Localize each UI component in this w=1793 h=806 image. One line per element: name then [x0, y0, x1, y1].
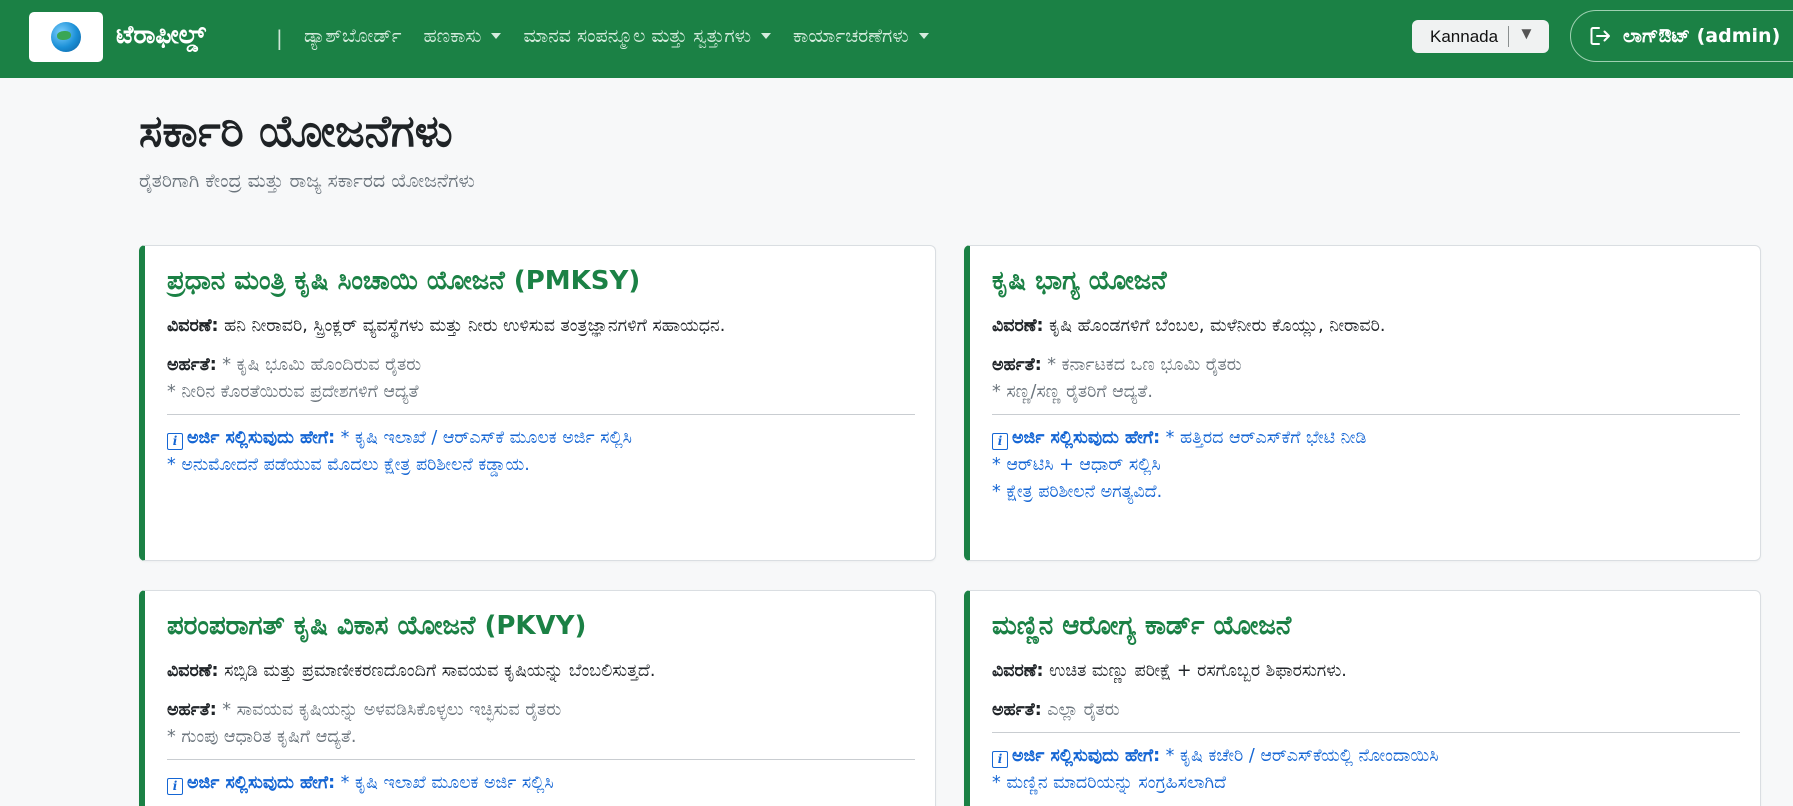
- apply-step: * ಕೃಷಿ ಕಚೇರಿ / ಆರ್‌ಎಸ್‌ಕೆಯಲ್ಲಿ ನೋಂದಾಯಿಸಿ: [1165, 746, 1439, 766]
- scheme-eligibility: ಅರ್ಹತೆ: * ಕರ್ನಾಟಕದ ಒಣ ಭೂಮಿ ರೈತರು * ಸಣ್ಣ/…: [992, 352, 1740, 406]
- description-text: ಹನಿ ನೀರಾವರಿ, ಸ್ಪ್ರಿಂಕ್ಲರ್ ವ್ಯವಸ್ಥೆಗಳು ಮತ…: [224, 316, 726, 336]
- eligibility-label: ಅರ್ಹತೆ:: [992, 355, 1042, 375]
- nav-item-dashboard[interactable]: ಡ್ಯಾಶ್‌ಬೋರ್ಡ್: [304, 25, 401, 47]
- description-text: ಉಚಿತ ಮಣ್ಣು ಪರೀಕ್ಷೆ + ರಸಗೊಬ್ಬರ ಶಿಫಾರಸುಗಳು…: [1049, 661, 1347, 681]
- eligibility-line: * ಸಾವಯವ ಕೃಷಿಯನ್ನು ಅಳವಡಿಸಿಕೊಳ್ಳಲು ಇಚ್ಛಿಸು…: [222, 700, 562, 720]
- divider: [167, 414, 915, 415]
- how-to-apply-label: ಅರ್ಜಿ ಸಲ್ಲಿಸುವುದು ಹೇಗೆ:: [187, 773, 336, 793]
- apply-step: * ಮಣ್ಣಿನ ಮಾದರಿಯನ್ನು ಸಂಗ್ರಹಿಸಲಾಗಿದೆ: [992, 773, 1227, 793]
- caret-down-icon: [918, 33, 929, 39]
- eligibility-line: * ಗುಂಪು ಆಧಾರಿತ ಕೃಷಿಗೆ ಆದ್ಯತೆ.: [167, 727, 357, 747]
- language-selected: Kannada: [1430, 26, 1499, 46]
- scheme-card: ಮಣ್ಣಿನ ಆರೋಗ್ಯ ಕಾರ್ಡ್ ಯೋಜನೆ ವಿವರಣೆ: ಉಚಿತ …: [964, 590, 1761, 806]
- description-text: ಕೃಷಿ ಹೊಂಡಗಳಿಗೆ ಬೆಂಬಲ, ಮಳೆನೀರು ಕೊಯ್ಲು, ನೀ…: [1049, 316, 1386, 336]
- caret-down-icon: [491, 33, 502, 39]
- scheme-description: ವಿವರಣೆ: ಕೃಷಿ ಹೊಂಡಗಳಿಗೆ ಬೆಂಬಲ, ಮಳೆನೀರು ಕೊ…: [992, 313, 1740, 340]
- eligibility-line: * ಸಣ್ಣ/ಸಣ್ಣ ರೈತರಿಗೆ ಆದ್ಯತೆ.: [992, 382, 1153, 402]
- scheme-card: ಪರಂಪರಾಗತ್ ಕೃಷಿ ವಿಕಾಸ ಯೋಜನೆ (PKVY) ವಿವರಣೆ…: [139, 590, 936, 806]
- scheme-how-to-apply: i ಅರ್ಜಿ ಸಲ್ಲಿಸುವುದು ಹೇಗೆ: * ಕೃಷಿ ಇಲಾಖೆ ಮೂ…: [167, 770, 915, 797]
- how-to-apply-label: ಅರ್ಜಿ ಸಲ್ಲಿಸುವುದು ಹೇಗೆ:: [1012, 428, 1161, 448]
- info-icon: i: [167, 433, 183, 450]
- description-label: ವಿವರಣೆ:: [992, 316, 1044, 336]
- description-label: ವಿವರಣೆ:: [992, 661, 1044, 681]
- scheme-title: ಕೃಷಿ ಭಾಗ್ಯ ಯೋಜನೆ: [992, 266, 1167, 296]
- scheme-how-to-apply: i ಅರ್ಜಿ ಸಲ್ಲಿಸುವುದು ಹೇಗೆ: * ಕೃಷಿ ಇಲಾಖೆ / …: [167, 425, 915, 479]
- scheme-description: ವಿವರಣೆ: ಹನಿ ನೀರಾವರಿ, ಸ್ಪ್ರಿಂಕ್ಲರ್ ವ್ಯವಸ್…: [167, 313, 915, 340]
- caret-down-icon: [761, 33, 772, 39]
- nav-item-label: ಹಣಕಾಸು: [423, 25, 482, 47]
- scheme-description: ವಿವರಣೆ: ಉಚಿತ ಮಣ್ಣು ಪರೀಕ್ಷೆ + ರಸಗೊಬ್ಬರ ಶಿ…: [992, 658, 1740, 685]
- nav-item-finance[interactable]: ಹಣಕಾಸು: [423, 25, 502, 47]
- description-text: ಸಬ್ಸಿಡಿ ಮತ್ತು ಪ್ರಮಾಣೀಕರಣದೊಂದಿಗೆ ಸಾವಯವ ಕೃ…: [224, 661, 656, 681]
- apply-step: * ಕೃಷಿ ಇಲಾಖೆ / ಆರ್‌ಎಸ್‌ಕೆ ಮೂಲಕ ಅರ್ಜಿ ಸಲ್…: [340, 428, 632, 448]
- scheme-eligibility: ಅರ್ಹತೆ: ಎಲ್ಲಾ ರೈತರು: [992, 697, 1740, 724]
- eligibility-line: ಎಲ್ಲಾ ರೈತರು: [1047, 700, 1120, 720]
- eligibility-line: * ಕರ್ನಾಟಕದ ಒಣ ಭೂಮಿ ರೈತರು: [1047, 355, 1242, 375]
- page-title: ಸರ್ಕಾರಿ ಯೋಜನೆಗಳು: [139, 106, 453, 157]
- apply-step: * ಕೃಷಿ ಇಲಾಖೆ ಮೂಲಕ ಅರ್ಜಿ ಸಲ್ಲಿಸಿ: [340, 773, 554, 793]
- eligibility-label: ಅರ್ಹತೆ:: [992, 700, 1042, 720]
- scheme-eligibility: ಅರ್ಹತೆ: * ಕೃಷಿ ಭೂಮಿ ಹೊಂದಿರುವ ರೈತರು * ನೀರ…: [167, 352, 915, 406]
- eligibility-line: * ಕೃಷಿ ಭೂಮಿ ಹೊಂದಿರುವ ರೈತರು: [222, 355, 422, 375]
- how-to-apply-label: ಅರ್ಜಿ ಸಲ್ಲಿಸುವುದು ಹೇಗೆ:: [1012, 746, 1161, 766]
- scheme-title: ಪ್ರಧಾನ ಮಂತ್ರಿ ಕೃಷಿ ಸಿಂಚಾಯಿ ಯೋಜನೆ (PMKSY): [167, 266, 641, 296]
- eligibility-label: ಅರ್ಹತೆ:: [167, 355, 217, 375]
- scheme-card: ಪ್ರಧಾನ ಮಂತ್ರಿ ಕೃಷಿ ಸಿಂಚಾಯಿ ಯೋಜನೆ (PMKSY)…: [139, 245, 936, 561]
- logout-button[interactable]: ಲಾಗ್‌ಔಟ್ (admin): [1570, 10, 1793, 62]
- page-subtitle: ರೈತರಿಗಾಗಿ ಕೇಂದ್ರ ಮತ್ತು ರಾಜ್ಯ ಸರ್ಕಾರದ ಯೋಜ…: [139, 170, 475, 192]
- divider: [167, 759, 915, 760]
- logo[interactable]: [29, 12, 103, 62]
- apply-step: * ಕ್ಷೇತ್ರ ಪರಿಶೀಲನೆ ಅಗತ್ಯವಿದೆ.: [992, 482, 1163, 502]
- divider: [992, 732, 1740, 733]
- info-icon: i: [167, 778, 183, 795]
- scheme-card: ಕೃಷಿ ಭಾಗ್ಯ ಯೋಜನೆ ವಿವರಣೆ: ಕೃಷಿ ಹೊಂಡಗಳಿಗೆ …: [964, 245, 1761, 561]
- language-select[interactable]: Kannada ▼: [1412, 20, 1549, 53]
- nav-item-label: ಕಾರ್ಯಾಚರಣೆಗಳು: [793, 25, 909, 47]
- nav-links: ಡ್ಯಾಶ್‌ಬೋರ್ಡ್ ಹಣಕಾಸು ಮಾನವ ಸಂಪನ್ಮೂಲ ಮತ್ತು…: [304, 25, 951, 47]
- dropdown-arrow-icon: ▼: [1518, 24, 1535, 43]
- nav-separator: |: [276, 26, 283, 50]
- brand-name[interactable]: ಟೆರಾಫೀಲ್ಡ್: [116, 20, 206, 50]
- nav-item-label: ಮಾನವ ಸಂಪನ್ಮೂಲ ಮತ್ತು ಸ್ವತ್ತುಗಳು: [523, 25, 752, 47]
- scheme-eligibility: ಅರ್ಹತೆ: * ಸಾವಯವ ಕೃಷಿಯನ್ನು ಅಳವಡಿಸಿಕೊಳ್ಳಲು…: [167, 697, 915, 751]
- logout-label: ಲಾಗ್‌ಔಟ್ (admin): [1623, 25, 1781, 47]
- scheme-title: ಪರಂಪರಾಗತ್ ಕೃಷಿ ವಿಕಾಸ ಯೋಜನೆ (PKVY): [167, 611, 587, 641]
- nav-item-operations[interactable]: ಕಾರ್ಯಾಚರಣೆಗಳು: [793, 25, 929, 47]
- top-navbar: ಟೆರಾಫೀಲ್ಡ್ | ಡ್ಯಾಶ್‌ಬೋರ್ಡ್ ಹಣಕಾಸು ಮಾನವ ಸ…: [0, 0, 1793, 78]
- apply-step: * ಹತ್ತಿರದ ಆರ್‌ಎಸ್‌ಕೆಗೆ ಭೇಟಿ ನೀಡಿ: [1165, 428, 1367, 448]
- apply-step: * ಅನುಮೋದನೆ ಪಡೆಯುವ ಮೊದಲು ಕ್ಷೇತ್ರ ಪರಿಶೀಲನೆ…: [167, 455, 530, 475]
- nav-item-label: ಡ್ಯಾಶ್‌ಬೋರ್ಡ್: [304, 25, 402, 47]
- info-icon: i: [992, 751, 1008, 768]
- eligibility-label: ಅರ್ಹತೆ:: [167, 700, 217, 720]
- apply-step: * ಆರ್‌ಟಿಸಿ + ಆಧಾರ್ ಸಲ್ಲಿಸಿ: [992, 455, 1161, 475]
- scheme-title: ಮಣ್ಣಿನ ಆರೋಗ್ಯ ಕಾರ್ಡ್ ಯೋಜನೆ: [992, 611, 1292, 641]
- logout-icon: [1590, 27, 1610, 45]
- divider: [992, 414, 1740, 415]
- description-label: ವಿವರಣೆ:: [167, 661, 219, 681]
- info-icon: i: [992, 433, 1008, 450]
- how-to-apply-label: ಅರ್ಜಿ ಸಲ್ಲಿಸುವುದು ಹೇಗೆ:: [187, 428, 336, 448]
- eligibility-line: * ನೀರಿನ ಕೊರತೆಯಿರುವ ಪ್ರದೇಶಗಳಿಗೆ ಆದ್ಯತೆ: [167, 382, 419, 402]
- scheme-how-to-apply: i ಅರ್ಜಿ ಸಲ್ಲಿಸುವುದು ಹೇಗೆ: * ಹತ್ತಿರದ ಆರ್‌ಎ…: [992, 425, 1740, 506]
- scheme-how-to-apply: i ಅರ್ಜಿ ಸಲ್ಲಿಸುವುದು ಹೇಗೆ: * ಕೃಷಿ ಕಚೇರಿ / …: [992, 743, 1740, 797]
- nav-item-hr-assets[interactable]: ಮಾನವ ಸಂಪನ್ಮೂಲ ಮತ್ತು ಸ್ವತ್ತುಗಳು: [523, 25, 772, 47]
- globe-logo-icon: [51, 22, 81, 52]
- select-divider: [1508, 26, 1509, 47]
- scheme-description: ವಿವರಣೆ: ಸಬ್ಸಿಡಿ ಮತ್ತು ಪ್ರಮಾಣೀಕರಣದೊಂದಿಗೆ …: [167, 658, 915, 685]
- description-label: ವಿವರಣೆ:: [167, 316, 219, 336]
